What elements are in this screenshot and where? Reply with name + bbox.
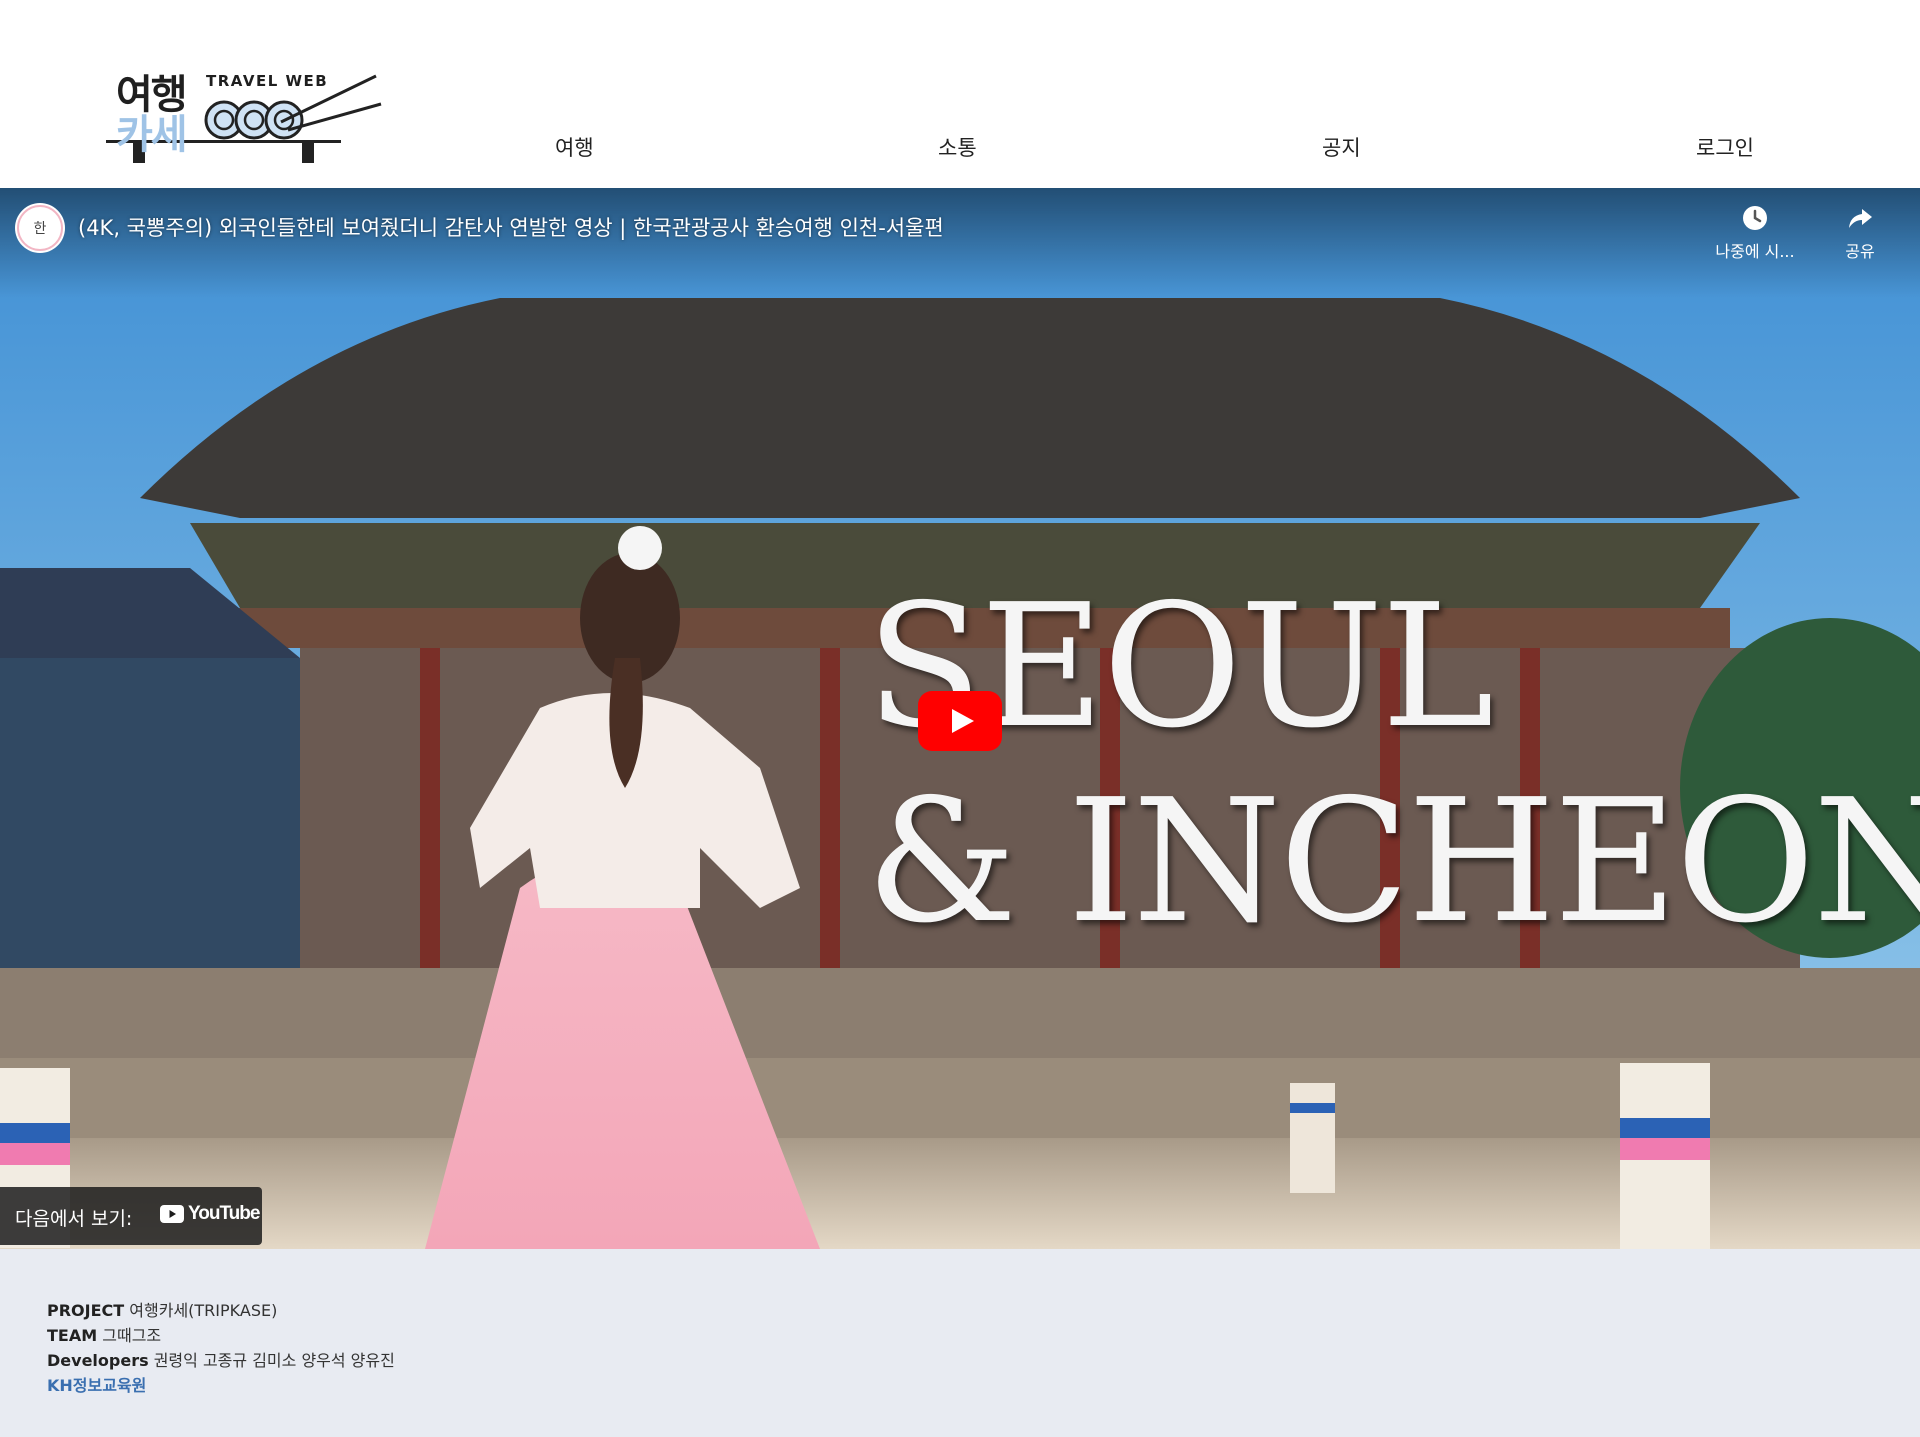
play-icon [918, 691, 1002, 751]
logo-text-english: TRAVEL WEB [206, 72, 329, 90]
footer-team-value: 그때그조 [102, 1326, 162, 1345]
main-nav: 여행 소통 공지 로그인 [0, 132, 1920, 172]
share-arrow-icon [1849, 209, 1872, 228]
watch-on-youtube-button[interactable]: 다음에서 보기: YouTube [0, 1187, 262, 1245]
footer-org-line: KH정보교육원 [47, 1372, 146, 1396]
footer-project-line: PROJECT 여행카세(TRIPKASE) [47, 1297, 277, 1321]
clock-icon [1743, 206, 1767, 230]
footer-developers-key: Developers [47, 1351, 149, 1370]
thumbnail-headline-line2: & INCHEON [866, 763, 1920, 961]
footer-developers-line: Developers 권령익 고종규 김미소 양우석 양유진 [47, 1347, 395, 1371]
channel-logo-icon: 한 [17, 205, 63, 251]
footer-team-key: TEAM [47, 1326, 98, 1345]
nav-item-login[interactable]: 로그인 [1696, 132, 1754, 162]
footer-team-line: TEAM 그때그조 [47, 1322, 161, 1346]
nav-item-travel[interactable]: 여행 [555, 132, 594, 162]
footer-project-key: PROJECT [47, 1301, 125, 1320]
svg-text:한: 한 [34, 221, 47, 237]
share-label: 공유 [1845, 242, 1875, 261]
nav-item-notice[interactable]: 공지 [1322, 132, 1361, 162]
youtube-wordmark: YouTube [188, 1203, 260, 1224]
footer-project-value: 여행카세(TRIPKASE) [129, 1301, 278, 1320]
play-button[interactable] [918, 691, 1002, 751]
watch-later-button[interactable]: 나중에 시... [1700, 204, 1810, 262]
nav-item-community[interactable]: 소통 [938, 132, 977, 162]
video-top-bar: 한 (4K, 국뽕주의) 외국인들한테 보여줬더니 감탄사 연발한 영상 | 한… [0, 188, 1920, 298]
embedded-video-player[interactable]: 한 (4K, 국뽕주의) 외국인들한테 보여줬더니 감탄사 연발한 영상 | 한… [0, 188, 1920, 1249]
video-title[interactable]: (4K, 국뽕주의) 외국인들한테 보여줬더니 감탄사 연발한 영상 | 한국관… [78, 212, 944, 242]
footer-org-link[interactable]: KH정보교육원 [47, 1376, 146, 1395]
footer-developers-value: 권령익 고종규 김미소 양우석 양유진 [153, 1351, 395, 1370]
youtube-logo-icon [160, 1205, 184, 1223]
watch-later-label: 나중에 시... [1715, 242, 1795, 261]
channel-avatar[interactable]: 한 [15, 203, 65, 253]
watch-on-label: 다음에서 보기: [15, 1208, 133, 1230]
share-button[interactable]: 공유 [1830, 204, 1890, 262]
footer: PROJECT 여행카세(TRIPKASE) TEAM 그때그조 Develop… [0, 1249, 1920, 1437]
header: 여행 카세 TRAVEL WEB 여행 소통 공지 로그인 [0, 0, 1920, 188]
